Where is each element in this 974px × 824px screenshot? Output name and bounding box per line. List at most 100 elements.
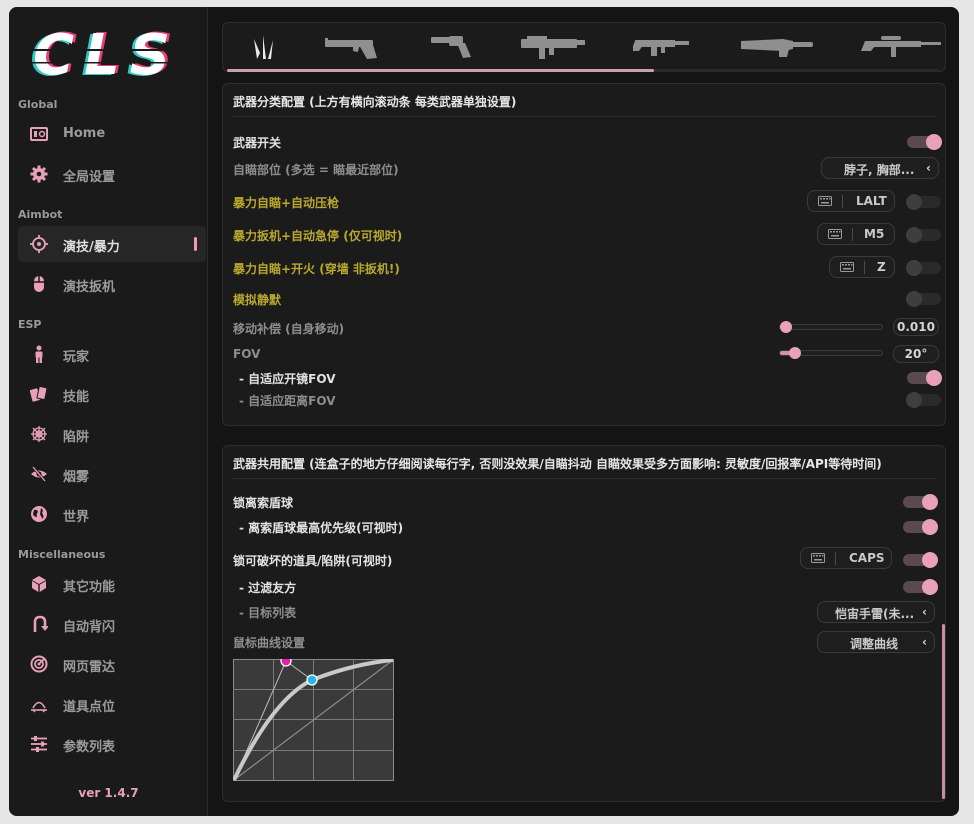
weapon-config-panel: 武器分类配置 (上方有横向滚动条 每类武器单独设置) 武器开关 自瞄部位 (多选… [222,83,946,426]
mouse-curve-label: 鼠标曲线设置 [233,636,306,650]
section-title-misc: Miscellaneous [18,548,106,561]
sidebar-item-label: 参数列表 [63,740,116,755]
vertical-scrollbar[interactable] [942,624,945,799]
sidebar-item-home[interactable]: Home [18,116,206,152]
lock-orb-toggle[interactable] [903,494,938,510]
aim-part-select[interactable]: 脖子, 胸部... ‹ [821,157,939,179]
mouse-curve-editor[interactable] [233,659,394,781]
sliders-icon [31,736,47,752]
toggle-knob [922,519,938,535]
rage-aim-fire-toggle[interactable] [906,260,941,276]
version-label: ver 1.4.7 [78,786,139,800]
curve-control-point-1[interactable] [280,659,292,667]
orb-priority-toggle[interactable] [903,519,938,535]
rage-aim-rcs-label: 暴力自瞄+自动压枪 [233,196,340,210]
orb-priority-label: - 离索盾球最高优先级(可视时) [239,521,404,535]
sidebar-item-label: 道具点位 [63,700,116,715]
radar-icon [30,655,48,673]
section-title-aimbot: Aimbot [18,208,63,221]
knife-claw-icon[interactable] [249,31,279,61]
revolver-icon[interactable] [429,31,473,61]
lock-breakables-keybind[interactable]: CAPS [800,547,892,569]
sidebar-item-smoke[interactable]: 烟雾 [18,456,206,492]
weapon-switch-toggle[interactable] [907,134,942,150]
aim-part-label: 自瞄部位 (多选 = 瞄最近部位) [233,163,399,177]
chevron-left-icon: ‹ [926,161,931,175]
rage-trigger-stop-label: 暴力扳机+自动急停 (仅可视时) [233,229,403,243]
fov-slider[interactable] [779,347,883,359]
aim-part-value: 脖子, 胸部... [844,163,915,177]
sidebar-item-utility-spots[interactable]: 道具点位 [18,686,206,722]
sidebar-item-rage-aim[interactable]: 演技/暴力 [18,226,206,262]
curve-control-point-2[interactable] [306,674,318,686]
toggle-knob [922,494,938,510]
adaptive-scope-fov-toggle[interactable] [907,370,942,386]
keyboard-icon [828,229,842,239]
toggle-knob [926,134,942,150]
rage-aim-rcs-toggle[interactable] [906,194,941,210]
keyboard-icon [811,553,825,563]
move-comp-slider[interactable] [779,321,883,333]
gear-icon [30,165,48,183]
lock-breakables-toggle[interactable] [903,552,938,568]
move-comp-label: 移动补偿 (自身移动) [233,322,345,336]
rage-trigger-stop-toggle[interactable] [906,227,941,243]
toggle-knob [906,291,922,307]
cls-logo: CLS CLS CLS [27,25,197,83]
filter-teammates-toggle[interactable] [903,579,938,595]
simulate-silent-toggle[interactable] [906,291,941,307]
divider [852,228,853,241]
move-comp-value[interactable]: 0.010 [893,318,939,336]
weapon-tab-scrollbar-thumb[interactable] [227,69,654,72]
active-indicator [194,237,197,251]
sidebar-item-label: 世界 [63,510,90,525]
adaptive-dist-fov-toggle[interactable] [906,392,941,408]
divider [835,552,836,565]
divider [864,261,865,274]
keyboard-icon [840,262,854,272]
divider [231,116,937,117]
sidebar-item-abilities[interactable]: 技能 [18,376,206,412]
toggle-knob [906,260,922,276]
weapon-tab-scrollbar[interactable] [227,69,939,72]
target-list-select[interactable]: 恺宙手雷(未... ‹ [817,601,935,623]
divider [231,478,937,479]
slider-knob[interactable] [780,321,792,333]
shotgun-icon[interactable] [739,31,815,61]
rifle-icon[interactable] [633,31,691,61]
map-marker-icon [31,701,47,713]
keybind-value: LALT [856,194,887,208]
sidebar-item-label: 自动背闪 [63,620,116,635]
sidebar-item-label: 玩家 [63,350,90,365]
chevron-left-icon: ‹ [922,605,927,619]
sniper-icon[interactable] [861,31,941,61]
sidebar-item-label: 陷阱 [63,430,90,445]
rage-aim-rcs-keybind[interactable]: LALT [807,190,895,212]
panel-title: 武器共用配置 (连盒子的地方仔细阅读每行字, 否则没效果/自瞄抖动 自瞄效果受多… [233,457,882,471]
adjust-curve-button[interactable]: 调整曲线 ‹ [817,631,935,653]
sidebar-item-param-list[interactable]: 参数列表 [18,726,206,762]
crosshair-icon [30,235,48,253]
sidebar-item-traps[interactable]: 陷阱 [18,416,206,452]
spiderweb-icon [31,426,47,442]
sidebar-item-other[interactable]: 其它功能 [18,566,206,602]
sidebar-item-players[interactable]: 玩家 [18,336,206,372]
chevron-left-icon: ‹ [922,635,927,649]
slider-knob[interactable] [789,347,801,359]
section-title-esp: ESP [18,318,42,331]
sidebar-item-auto-backflash[interactable]: 自动背闪 [18,606,206,642]
sidebar-item-label: 演技/暴力 [63,240,120,255]
rage-trigger-stop-keybind[interactable]: M5 [817,223,895,245]
weapon-switch-label: 武器开关 [233,136,282,150]
adaptive-dist-fov-label: - 自适应距离FOV [239,394,336,408]
sidebar-item-web-radar[interactable]: 网页雷达 [18,646,206,682]
rage-aim-fire-keybind[interactable]: Z [829,256,895,278]
sidebar-item-trigger[interactable]: 演技扳机 [18,266,206,302]
smg-icon[interactable] [519,31,587,61]
sidebar-item-global-settings[interactable]: 全局设置 [18,156,206,192]
sidebar-item-label: 网页雷达 [63,660,116,675]
keybind-value: Z [877,260,886,274]
pistol-icon[interactable] [323,31,383,61]
fov-value[interactable]: 20° [893,345,939,363]
sidebar-item-world[interactable]: 世界 [18,496,206,532]
